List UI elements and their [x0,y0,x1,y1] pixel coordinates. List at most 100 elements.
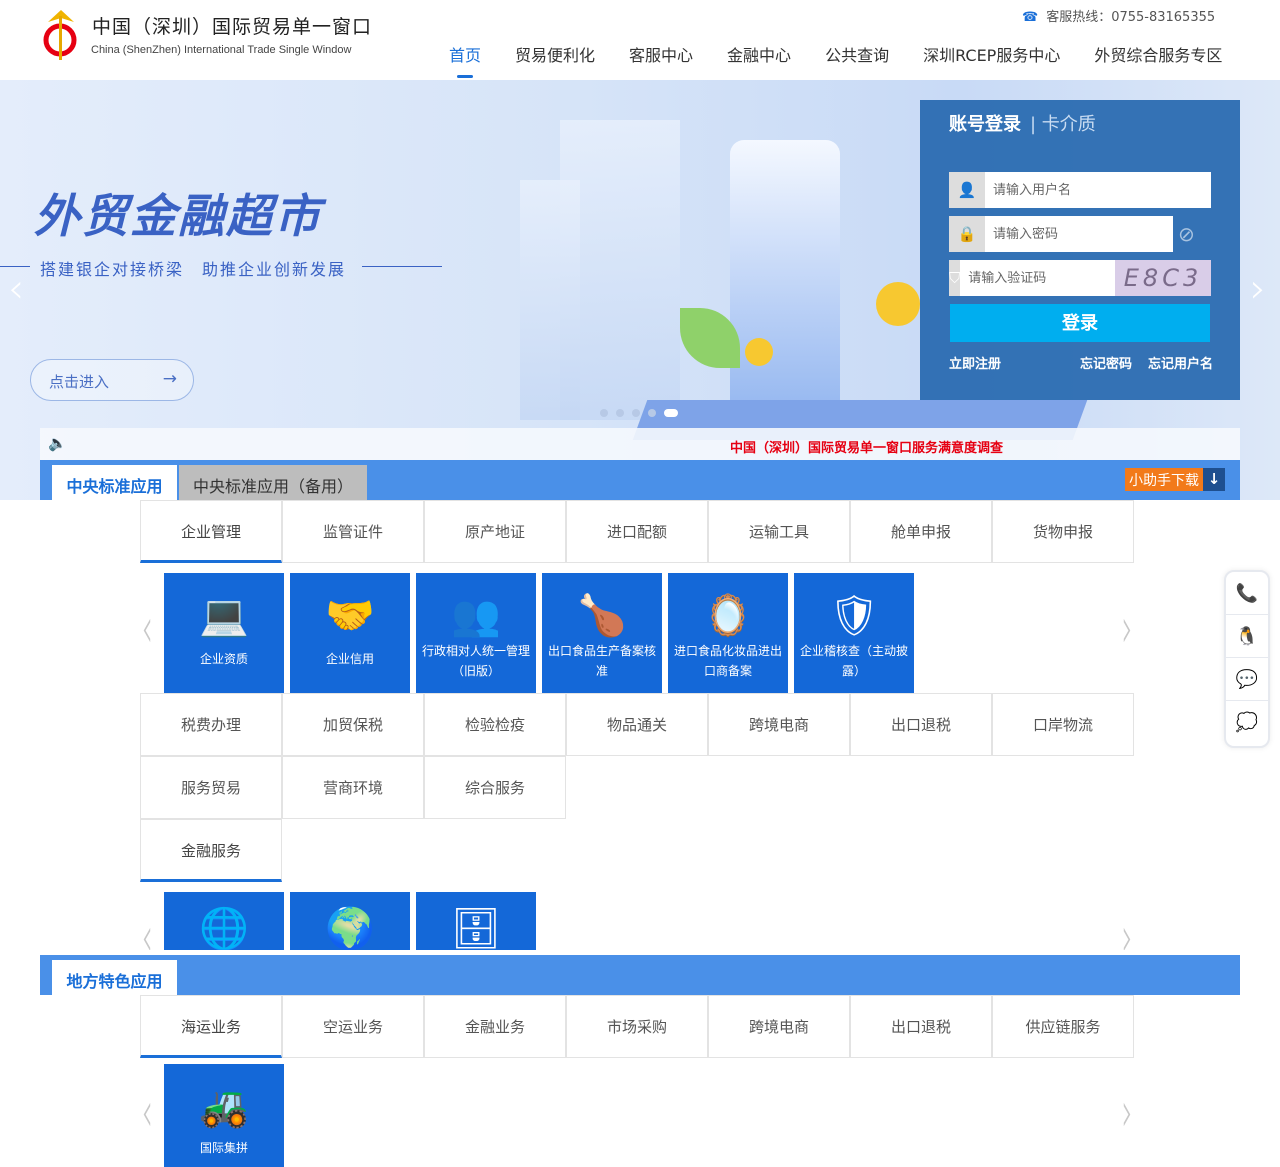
category-tab[interactable]: 跨境电商 [708,693,850,756]
app-tile[interactable]: 🌐 [164,892,284,950]
notice-link[interactable]: 中国（深圳）国际贸易单一窗口服务满意度调查 [730,437,1003,456]
category-tab[interactable]: 监管证件 [282,500,424,563]
login-button[interactable]: 登录 [950,304,1210,342]
food-icon: 🍗 [577,593,627,639]
site-title: 中国（深圳）国际贸易单一窗口 [92,16,373,38]
category-tab[interactable]: 跨境电商 [708,995,850,1058]
category-tab[interactable]: 供应链服务 [992,995,1134,1058]
notice-bar: 🔈 中国（深圳）国际贸易单一窗口服务满意度调查 [40,428,1240,460]
app-tile[interactable]: 💻 企业资质 [164,573,284,693]
carousel-dot[interactable] [600,409,608,417]
app-tile[interactable]: 🤝 企业信用 [290,573,410,693]
category-tab[interactable]: 综合服务 [424,756,566,819]
nav-service-center[interactable]: 客服中心 [629,42,693,66]
app-tile[interactable]: 👥 行政相对人统一管理（旧版） [416,573,536,693]
password-input[interactable] [985,216,1173,252]
category-tab[interactable]: 服务贸易 [140,756,282,819]
category-tab[interactable]: 出口退税 [850,693,992,756]
carousel-prev-button[interactable]: ‹ [8,266,24,312]
category-tab[interactable]: 原产地证 [424,500,566,563]
qq-icon[interactable]: 🐧 [1226,615,1268,658]
safe-icon: 🗄 [450,906,502,950]
download-assistant-button[interactable]: 小助手下载 ↓ [1125,468,1225,491]
nav-trade-facilitation[interactable]: 贸易便利化 [515,42,595,66]
category-tab[interactable]: 舱单申报 [850,500,992,563]
cosmetics-icon: 🪞 [703,593,753,639]
coin-icon [745,338,773,366]
category-tab[interactable]: 物品通关 [566,693,708,756]
hotline: ☎ 客服热线：0755-83165355 [1022,6,1215,25]
username-field: 👤 [949,172,1211,208]
forgot-password-link[interactable]: 忘记密码 [1080,353,1132,372]
category-tab[interactable]: 金融服务 [140,819,282,882]
shield-icon: ⛉ [949,260,961,296]
nav-foreign-trade[interactable]: 外贸综合服务专区 [1094,42,1222,66]
site-subtitle: China (ShenZhen) International Trade Sin… [91,44,352,56]
category-tab[interactable]: 税费办理 [140,693,282,756]
banner-title: 外贸金融超市 [34,189,322,243]
carousel-dot[interactable] [632,409,640,417]
captcha-input[interactable] [960,260,1139,296]
captcha-field: ⛉ [949,260,1139,296]
app-tile-label: 企业资质 [199,652,248,666]
app-tile-label: 进口食品化妆品进出口商备案 [673,644,782,678]
globe-insurance-icon: 🌍 [325,906,375,950]
handshake-icon: 🤝 [325,593,375,639]
logo-icon[interactable] [38,6,84,64]
carousel-dot-active[interactable] [664,409,678,417]
category-tab[interactable]: 空运业务 [282,995,424,1058]
captcha-image[interactable]: E8C3 [1115,260,1211,296]
category-tab[interactable]: 检验检疫 [424,693,566,756]
category-tab[interactable]: 出口退税 [850,995,992,1058]
category-tab[interactable]: 市场采购 [566,995,708,1058]
nav-public-query[interactable]: 公共查询 [825,42,889,66]
local-tabbar: 地方特色应用 [40,955,1240,995]
app-tile[interactable]: 🚜 国际集拼 [164,1064,284,1167]
carousel-prev-arrow[interactable]: ‹ [142,905,153,950]
register-link[interactable]: 立即注册 [949,353,1001,372]
category-tab[interactable]: 企业管理 [140,500,282,563]
nav-home[interactable]: 首页 [449,42,481,78]
tab-card-login[interactable]: | 卡介质 [1030,110,1096,136]
carousel-next-button[interactable]: › [1250,266,1266,312]
category-tab[interactable]: 营商环境 [282,756,424,819]
app-tile-label: 企业信用 [325,652,374,666]
category-tab[interactable]: 运输工具 [708,500,850,563]
enter-button[interactable]: 点击进入 → [30,359,194,401]
app-tile[interactable]: 🛡 企业稽核查（主动披露） [794,573,914,693]
phone-icon[interactable]: 📞 [1226,572,1268,615]
carousel-dots [600,409,678,417]
category-tab[interactable]: 进口配额 [566,500,708,563]
tab-account-login[interactable]: 账号登录 [949,110,1021,136]
user-icon: 👤 [949,172,985,208]
app-tile[interactable]: 🗄 [416,892,536,950]
forgot-username-link[interactable]: 忘记用户名 [1148,353,1213,372]
category-tab[interactable]: 海运业务 [140,995,282,1058]
category-tab[interactable]: 金融业务 [424,995,566,1058]
nav-rcep[interactable]: 深圳RCEP服务中心 [923,42,1060,66]
tab-local-apps[interactable]: 地方特色应用 [52,960,177,995]
category-tab[interactable]: 货物申报 [992,500,1134,563]
eye-off-icon[interactable]: ⊘ [1178,222,1195,246]
app-tile[interactable]: 🍗 出口食品生产备案核准 [542,573,662,693]
carousel-dot[interactable] [648,409,656,417]
carousel-next-arrow[interactable]: › [1122,905,1133,950]
carousel-next-arrow[interactable]: › [1122,1080,1133,1145]
carousel-prev-arrow[interactable]: ‹ [142,596,153,661]
username-input[interactable] [985,172,1211,208]
tab-central-standard-backup[interactable]: 中央标准应用（备用） [179,465,367,500]
app-tile[interactable]: 🌍 [290,892,410,950]
nav-finance-center[interactable]: 金融中心 [727,42,791,66]
tab-central-standard[interactable]: 中央标准应用 [52,465,177,500]
wechat-icon[interactable]: 💬 [1226,658,1268,701]
enter-label: 点击进入 [49,373,110,391]
carousel-prev-arrow[interactable]: ‹ [142,1080,153,1145]
app-tile[interactable]: 🪞 进口食品化妆品进出口商备案 [668,573,788,693]
category-tab[interactable]: 口岸物流 [992,693,1134,756]
category-tab[interactable]: 加贸保税 [282,693,424,756]
message-icon[interactable]: 💭 [1226,701,1268,744]
carousel-dot[interactable] [616,409,624,417]
arrow-right-icon: → [162,369,177,389]
phone-icon: ☎ [1022,10,1039,25]
carousel-next-arrow[interactable]: › [1122,596,1133,661]
